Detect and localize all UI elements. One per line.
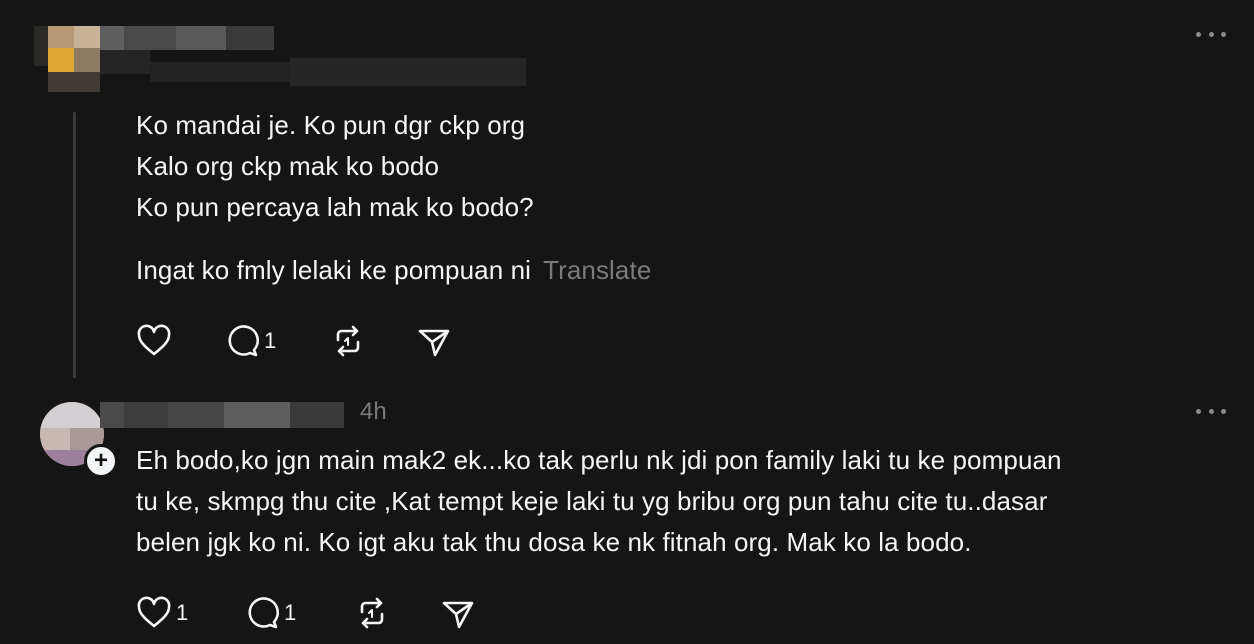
- avatar-pixel: [74, 26, 100, 48]
- avatar-pixel: [48, 72, 100, 92]
- repost-icon: [360, 597, 384, 629]
- comment-icon: [228, 325, 259, 357]
- username-pixel: [100, 26, 124, 50]
- plus-icon: +: [93, 447, 108, 474]
- username-pixel: [168, 402, 224, 428]
- avatar-pixel: [34, 26, 48, 66]
- post-text-line: Kalo org ckp mak ko bodo: [136, 151, 440, 181]
- share-icon: [442, 601, 474, 629]
- avatar-pixel: [48, 48, 74, 72]
- avatar-pixel: [74, 48, 100, 72]
- username-pixel: [290, 402, 344, 428]
- username-pixel: [100, 50, 150, 74]
- avatar-pixel: [48, 26, 74, 48]
- like-count: 1: [176, 600, 189, 625]
- heart-icon: [137, 324, 171, 356]
- action-bar: 1: [136, 321, 452, 361]
- share-icon: [418, 329, 450, 357]
- reply-button[interactable]: 1: [224, 324, 330, 358]
- post-text-line: belen jgk ko ni. Ko igt aku tak thu dosa…: [136, 527, 972, 557]
- reply-count: 1: [264, 328, 277, 353]
- post-text-line: Ko pun percaya lah mak ko bodo?: [136, 192, 534, 222]
- repost-button[interactable]: [330, 324, 416, 358]
- more-options-icon[interactable]: [1196, 24, 1226, 44]
- more-options-icon[interactable]: [1196, 401, 1226, 421]
- share-button[interactable]: [440, 596, 476, 630]
- post-text: Eh bodo,ko jgn main mak2 ek...ko tak per…: [136, 440, 1062, 563]
- reply-button[interactable]: 1: [244, 596, 354, 630]
- username-pixel: [176, 26, 226, 50]
- post-text-line: Ingat ko fmly lelaki ke pompuan ni: [136, 255, 532, 285]
- username-pixel: [100, 402, 124, 428]
- avatar-pixel: [40, 402, 104, 428]
- avatar-pixel: [40, 428, 70, 450]
- username-pixel: [226, 26, 274, 50]
- repost-button[interactable]: [354, 596, 440, 630]
- follow-button[interactable]: +: [84, 444, 118, 478]
- thread-line: [73, 112, 76, 378]
- share-button[interactable]: [416, 324, 452, 358]
- post-text-line-with-translate: Ingat ko fmly lelaki ke pompuan ni Transl…: [136, 250, 651, 291]
- action-bar: 1 1: [136, 593, 476, 633]
- post-text-line: Eh bodo,ko jgn main mak2 ek...ko tak per…: [136, 445, 1062, 475]
- like-button[interactable]: [136, 324, 224, 358]
- reply-count: 1: [284, 600, 297, 625]
- username-pixel: [224, 402, 290, 428]
- like-button[interactable]: 1: [136, 596, 244, 630]
- post-reply: + 4h Eh bodo,ko jgn main mak2 ek...ko ta…: [0, 392, 1254, 644]
- heart-icon: [137, 596, 171, 628]
- username-pixel: [124, 402, 168, 428]
- username-pixel: [124, 26, 176, 50]
- username-pixel: [290, 58, 526, 86]
- timestamp: 4h: [360, 398, 387, 425]
- username-pixel: [150, 62, 290, 82]
- repost-icon: [336, 325, 360, 357]
- post-text-line: Ko mandai je. Ko pun dgr ckp org: [136, 110, 526, 140]
- post-reply: Ko mandai je. Ko pun dgr ckp org Kalo or…: [0, 0, 1254, 392]
- translate-link[interactable]: Translate: [543, 255, 651, 285]
- post-text-line: tu ke, skmpg thu cite ,Kat tempt keje la…: [136, 486, 1048, 516]
- comment-icon: [248, 597, 279, 629]
- post-text: Ko mandai je. Ko pun dgr ckp org Kalo or…: [136, 105, 651, 291]
